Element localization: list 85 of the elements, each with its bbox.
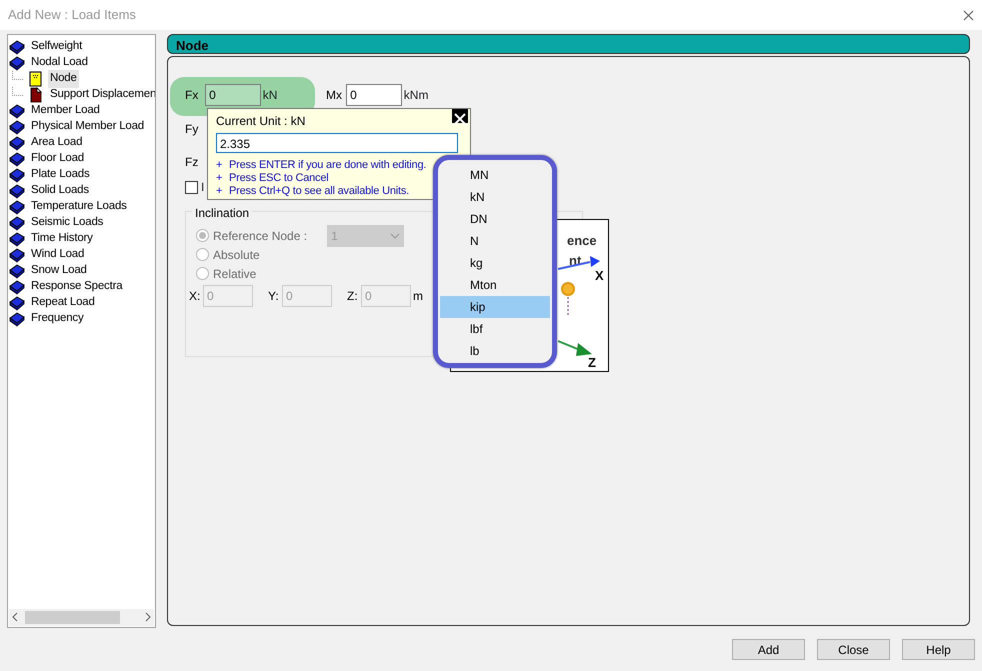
axis-label: X bbox=[595, 268, 604, 283]
input-field[interactable]: 0 bbox=[346, 84, 402, 106]
node-icon bbox=[28, 71, 44, 87]
radio-label: Relative bbox=[213, 266, 256, 282]
radio-label: Reference Node : bbox=[213, 228, 308, 244]
book-icon bbox=[9, 199, 25, 215]
tree-item[interactable]: Response Spectra bbox=[29, 278, 124, 296]
tree-item[interactable]: Temperature Loads bbox=[29, 198, 129, 216]
menu-item[interactable]: Mton bbox=[440, 274, 550, 296]
tree-item[interactable]: Frequency bbox=[29, 310, 86, 328]
field-label: Fx bbox=[185, 87, 200, 104]
input-field[interactable]: 0 bbox=[205, 84, 261, 106]
tree-item[interactable]: Time History bbox=[29, 230, 95, 248]
radio-label: Absolute bbox=[213, 246, 260, 264]
field-label: Fz bbox=[185, 154, 200, 171]
menu-item[interactable]: kN bbox=[440, 186, 550, 208]
tree-item[interactable]: Seismic Loads bbox=[29, 214, 106, 232]
menu-item[interactable]: N bbox=[440, 230, 550, 252]
caret-icon bbox=[390, 232, 400, 238]
input-field[interactable]: 2.335 bbox=[216, 133, 458, 153]
book-icon bbox=[9, 279, 25, 295]
z-axis-arrow bbox=[558, 340, 592, 356]
tree-item[interactable]: Node bbox=[48, 70, 79, 88]
book-icon bbox=[9, 231, 25, 247]
menu-item[interactable]: kg bbox=[440, 252, 550, 274]
popup-title: Current Unit : kN bbox=[216, 113, 306, 130]
book-icon bbox=[9, 215, 25, 231]
document-icon bbox=[28, 87, 44, 103]
book-icon bbox=[9, 167, 25, 183]
bullet: + bbox=[216, 159, 224, 172]
field-label: Mx bbox=[326, 87, 343, 104]
book-icon bbox=[9, 39, 25, 55]
tree-item[interactable]: Repeat Load bbox=[29, 294, 97, 312]
tree-line bbox=[12, 71, 24, 80]
axis-label: Z bbox=[588, 355, 596, 370]
dialog-button[interactable]: Close bbox=[817, 639, 890, 660]
book-icon bbox=[9, 311, 25, 327]
coord-label: Z: bbox=[347, 288, 359, 305]
book-icon bbox=[9, 135, 25, 151]
tree-item[interactable]: Selfweight bbox=[29, 38, 84, 56]
checkbox[interactable] bbox=[185, 180, 198, 194]
close-icon[interactable] bbox=[452, 112, 468, 126]
tree-item[interactable]: Plate Loads bbox=[29, 166, 92, 184]
menu-item[interactable]: DN bbox=[440, 208, 550, 230]
book-icon bbox=[9, 103, 25, 119]
tree-item[interactable]: Member Load bbox=[29, 102, 102, 120]
menu-item[interactable]: lbf bbox=[440, 318, 550, 340]
hint-text: Press Ctrl+Q to see all available Units. bbox=[229, 185, 409, 198]
book-icon bbox=[9, 183, 25, 199]
book-icon bbox=[9, 295, 25, 311]
hint-text: Press ESC to Cancel bbox=[229, 172, 329, 185]
book-icon bbox=[9, 263, 25, 279]
unit-label: kNm bbox=[404, 87, 430, 104]
window-title: Add New : Load Items bbox=[8, 6, 136, 24]
hint-text: Press ENTER if you are done with editing. bbox=[229, 159, 426, 172]
tree-item[interactable]: Nodal Load bbox=[29, 54, 90, 72]
tree-item[interactable]: Floor Load bbox=[29, 150, 86, 168]
book-icon bbox=[9, 151, 25, 167]
node-dot bbox=[561, 282, 575, 296]
panel-header: Node bbox=[167, 34, 970, 54]
tree-line bbox=[12, 87, 24, 96]
tree-item[interactable]: Solid Loads bbox=[29, 182, 91, 200]
field-label: Fy bbox=[185, 121, 200, 138]
coord-label: X: bbox=[189, 288, 202, 305]
bullet: + bbox=[216, 172, 224, 185]
bullet: + bbox=[216, 185, 224, 198]
menu-item[interactable]: kip bbox=[440, 296, 550, 318]
book-icon bbox=[9, 119, 25, 135]
book-icon bbox=[9, 55, 25, 71]
menu-item[interactable]: lb bbox=[440, 340, 550, 362]
horizontal-scrollbar[interactable] bbox=[9, 609, 154, 626]
book-icon bbox=[9, 247, 25, 263]
diagram-label: ence bbox=[567, 233, 597, 248]
dialog-button[interactable]: Help bbox=[902, 639, 975, 660]
checkbox-label: I bbox=[201, 179, 204, 196]
coord-label: Y: bbox=[268, 288, 280, 305]
menu-item[interactable]: MN bbox=[440, 164, 550, 186]
tree-item[interactable]: Physical Member Load bbox=[29, 118, 146, 136]
tree-item[interactable]: Area Load bbox=[29, 134, 84, 152]
x-axis-arrow bbox=[558, 256, 600, 270]
tree-item[interactable]: Wind Load bbox=[29, 246, 86, 264]
unit-label: m bbox=[413, 288, 423, 305]
dialog-button[interactable]: Add bbox=[732, 639, 805, 660]
unit-label: kN bbox=[262, 87, 278, 104]
tree-item[interactable]: Snow Load bbox=[29, 262, 89, 280]
